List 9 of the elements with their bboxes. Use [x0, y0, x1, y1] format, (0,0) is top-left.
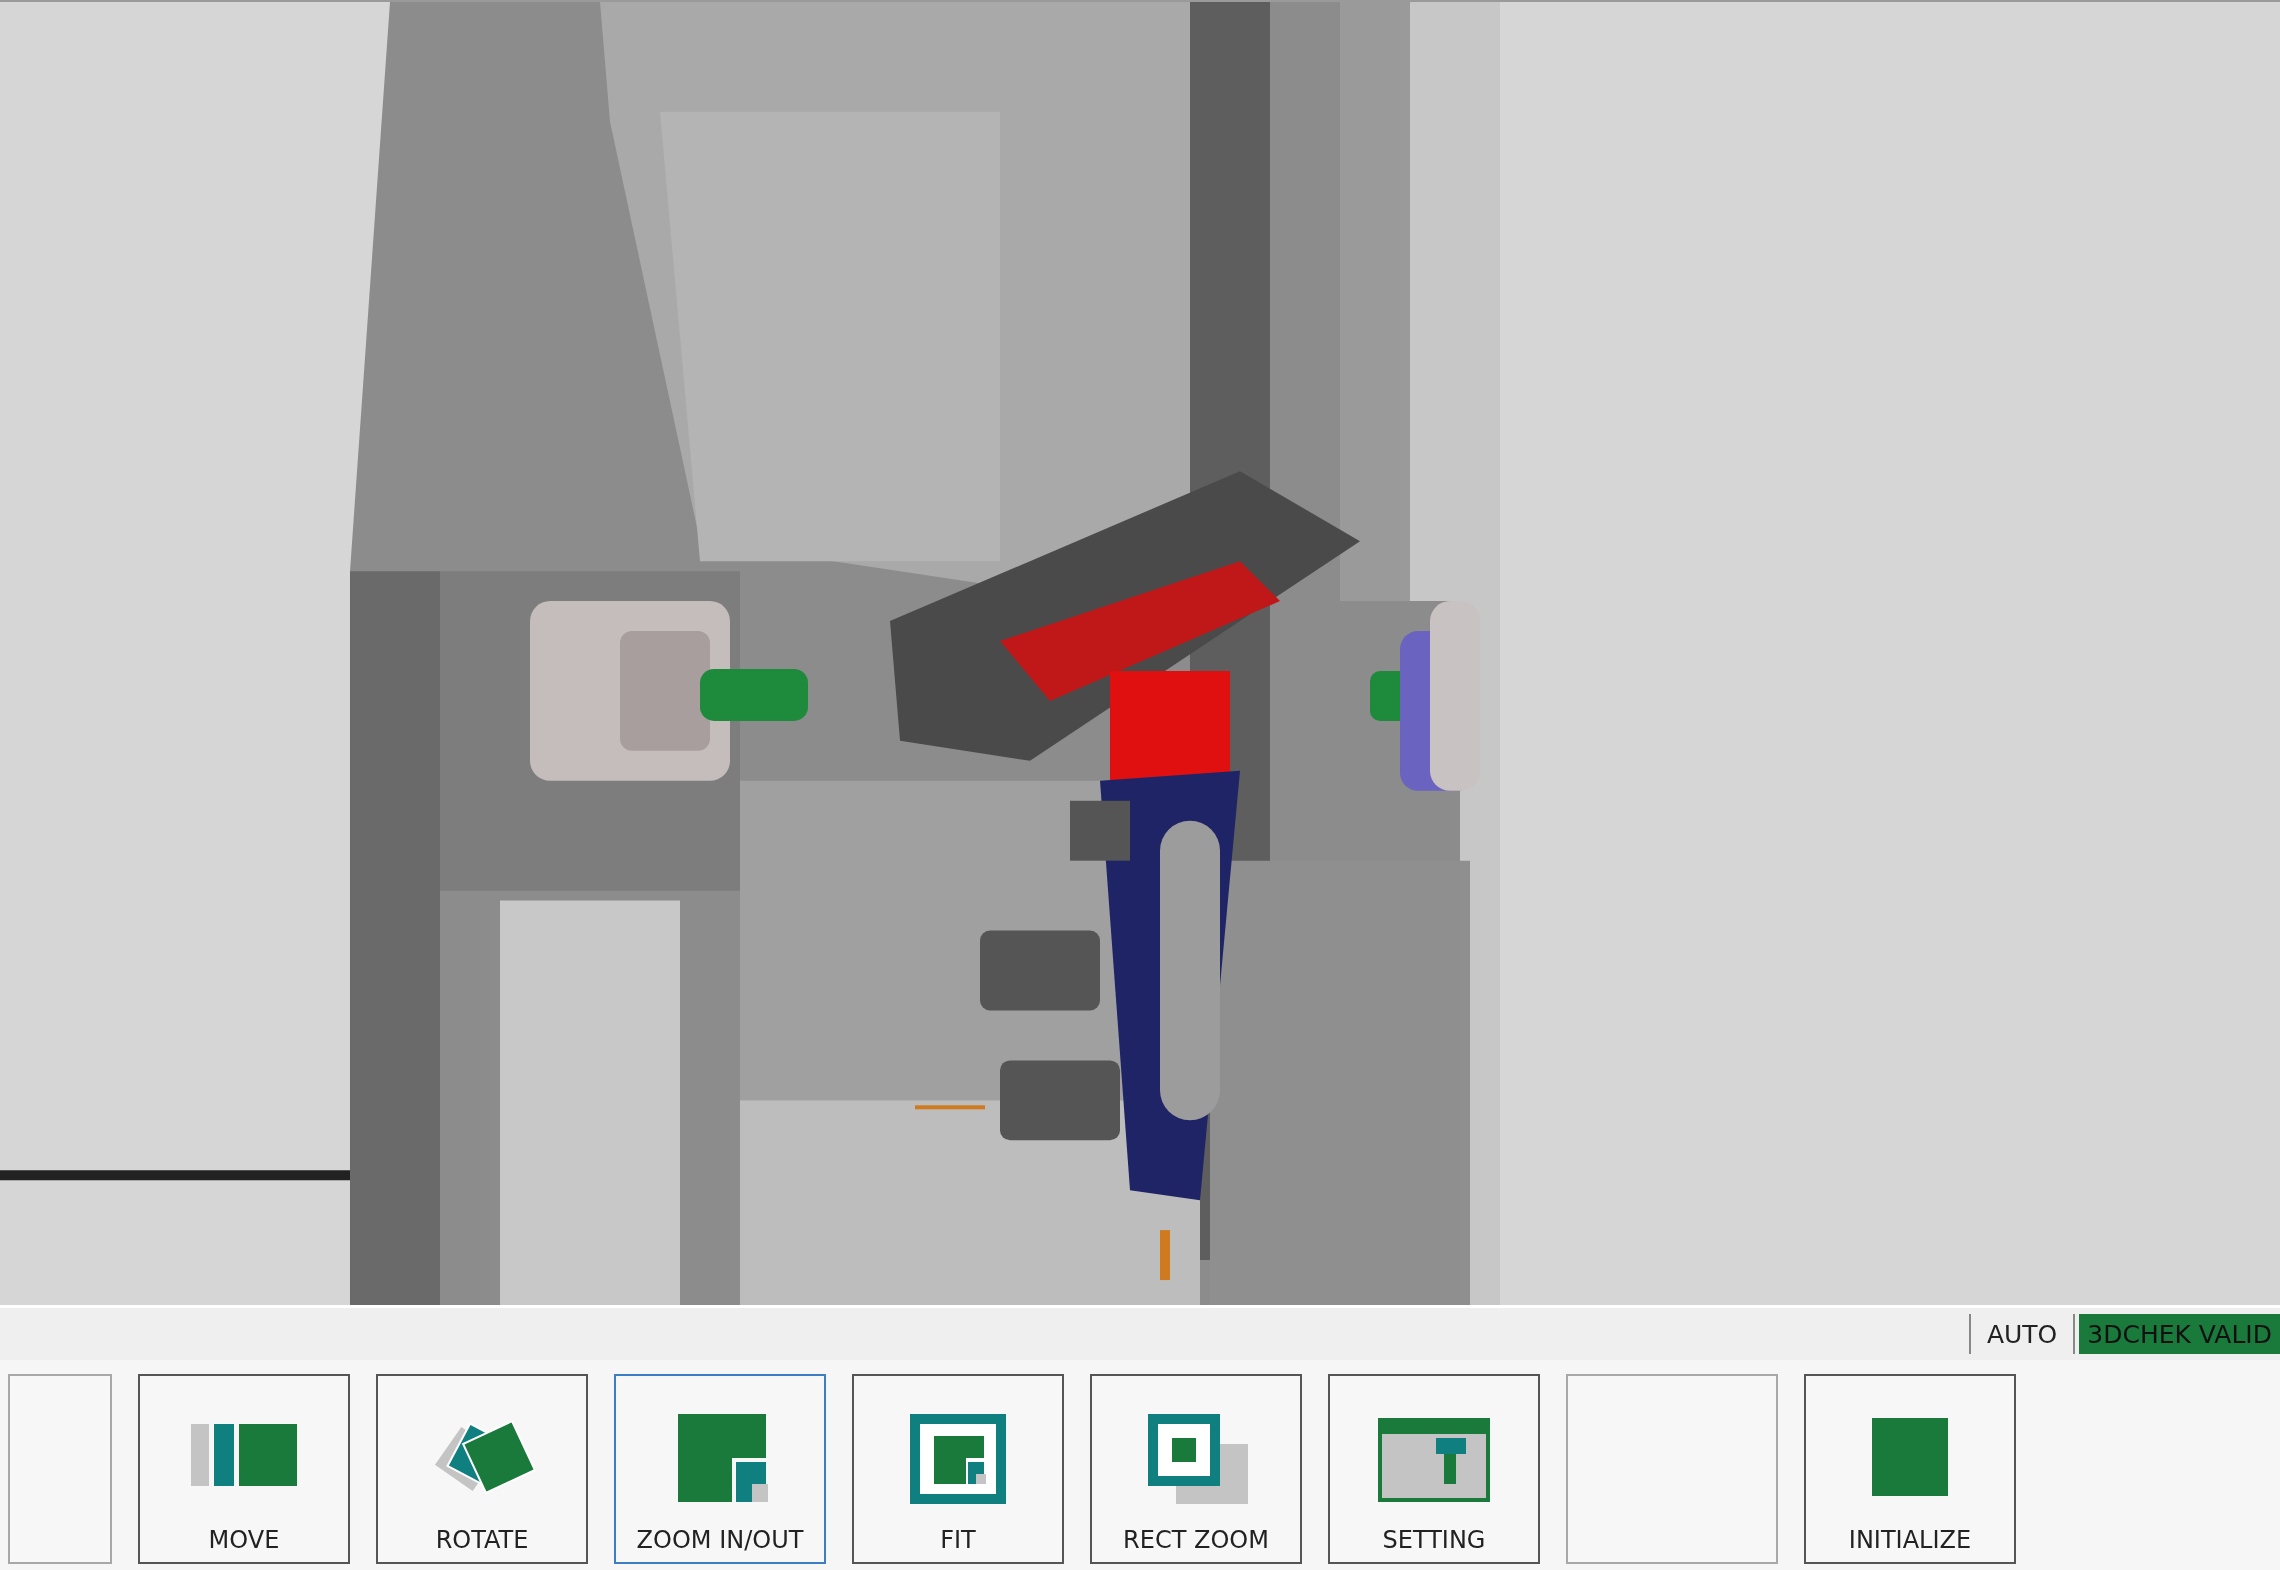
toolbar-button[interactable]: MOVE — [138, 1374, 350, 1564]
check-status-label: 3DCHEK VALID — [2079, 1314, 2280, 1354]
toolbar-button[interactable]: ZOOM IN/OUT — [614, 1374, 826, 1564]
mode-label: AUTO — [1968, 1314, 2076, 1354]
toolbar-button[interactable]: INITIALIZE — [1804, 1374, 2016, 1564]
toolbar-button[interactable]: RECT ZOOM — [1090, 1374, 1302, 1564]
toolbar-button[interactable]: FIT — [852, 1374, 1064, 1564]
toolbar-button[interactable]: SETTING — [1328, 1374, 1540, 1564]
toolbar-button[interactable]: ROTATE — [376, 1374, 588, 1564]
